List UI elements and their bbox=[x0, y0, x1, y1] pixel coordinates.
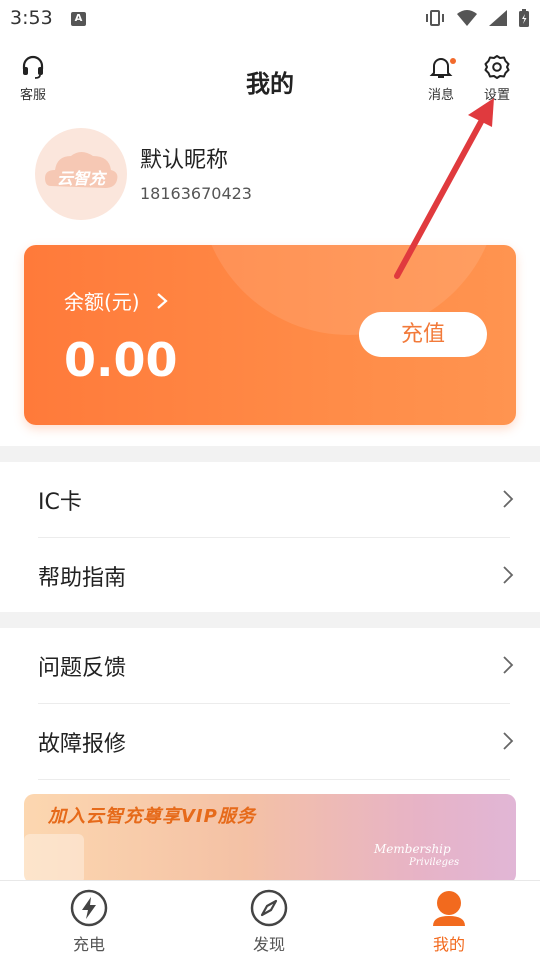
screen: 3:53 A 客服 我的 消息 设置 云智充 默认昵称 18163670423 … bbox=[0, 0, 540, 960]
tab-charge[interactable]: 充电 bbox=[29, 881, 149, 960]
compass-icon bbox=[250, 889, 288, 927]
nickname[interactable]: 默认昵称 bbox=[140, 142, 228, 174]
recharge-button[interactable]: 充值 bbox=[359, 312, 487, 357]
wifi-icon bbox=[457, 10, 477, 26]
banner-illustration bbox=[24, 834, 84, 884]
menu-item-ic-card[interactable]: IC卡 bbox=[0, 462, 540, 537]
banner-subtitle: Privileges bbox=[409, 857, 460, 868]
tab-label: 我的 bbox=[432, 935, 465, 954]
status-time: 3:53 bbox=[10, 7, 53, 29]
cloud-logo-icon: 云智充 bbox=[45, 152, 118, 188]
battery-icon bbox=[519, 9, 529, 27]
messages-button[interactable]: 消息 bbox=[428, 54, 456, 103]
menu-item-label: IC卡 bbox=[38, 490, 82, 515]
unread-dot bbox=[450, 58, 456, 64]
menu-item-label: 问题反馈 bbox=[38, 656, 127, 681]
menu-item-fault-report[interactable]: 故障报修 bbox=[0, 704, 540, 779]
menu-item-feedback[interactable]: 问题反馈 bbox=[0, 628, 540, 703]
avatar[interactable]: 云智充 bbox=[35, 128, 127, 220]
chevron-right-icon bbox=[503, 566, 514, 584]
balance-value: 0.00 bbox=[64, 333, 178, 387]
menu-item-help-guide[interactable]: 帮助指南 bbox=[0, 538, 540, 613]
page-title: 我的 bbox=[246, 70, 294, 98]
tab-discover[interactable]: 发现 bbox=[209, 881, 329, 960]
user-icon bbox=[433, 891, 465, 926]
banner-title: 加入云智充尊享VIP服务 bbox=[48, 806, 256, 827]
vip-banner[interactable]: 加入云智充尊享VIP服务 Membership Privileges bbox=[24, 794, 516, 884]
chevron-right-icon bbox=[503, 732, 514, 750]
signal-icon bbox=[489, 10, 507, 26]
status-icons bbox=[424, 8, 530, 28]
settings-button[interactable]: 设置 bbox=[484, 54, 510, 103]
lightning-icon bbox=[70, 889, 108, 927]
balance-card: 余额(元) 0.00 充值 bbox=[24, 245, 516, 425]
chevron-right-icon bbox=[156, 292, 168, 309]
header: 客服 我的 消息 设置 bbox=[0, 40, 540, 120]
banner-subtitle: Membership bbox=[374, 842, 451, 856]
bottom-tab-bar: 充电 发现 我的 bbox=[0, 880, 540, 960]
svg-text:云智充: 云智充 bbox=[57, 169, 108, 188]
tab-label: 充电 bbox=[72, 935, 105, 954]
section-divider bbox=[0, 612, 540, 628]
row-divider bbox=[38, 779, 510, 780]
phone-number: 18163670423 bbox=[140, 184, 252, 203]
tab-label: 发现 bbox=[252, 935, 285, 954]
section-divider bbox=[0, 446, 540, 462]
gear-icon bbox=[484, 55, 510, 79]
chevron-right-icon bbox=[503, 656, 514, 674]
chevron-right-icon bbox=[503, 490, 514, 508]
menu-item-label: 帮助指南 bbox=[38, 566, 127, 591]
balance-details-link[interactable]: 余额(元) bbox=[64, 286, 168, 315]
settings-label: 设置 bbox=[484, 88, 511, 103]
menu-item-label: 故障报修 bbox=[38, 732, 127, 757]
vibrate-icon bbox=[426, 10, 444, 26]
messages-label: 消息 bbox=[428, 88, 455, 103]
balance-label: 余额(元) bbox=[64, 290, 140, 314]
status-bar: 3:53 A bbox=[0, 0, 540, 40]
notification-icon: A bbox=[71, 12, 86, 26]
tab-mine[interactable]: 我的 bbox=[389, 881, 509, 960]
